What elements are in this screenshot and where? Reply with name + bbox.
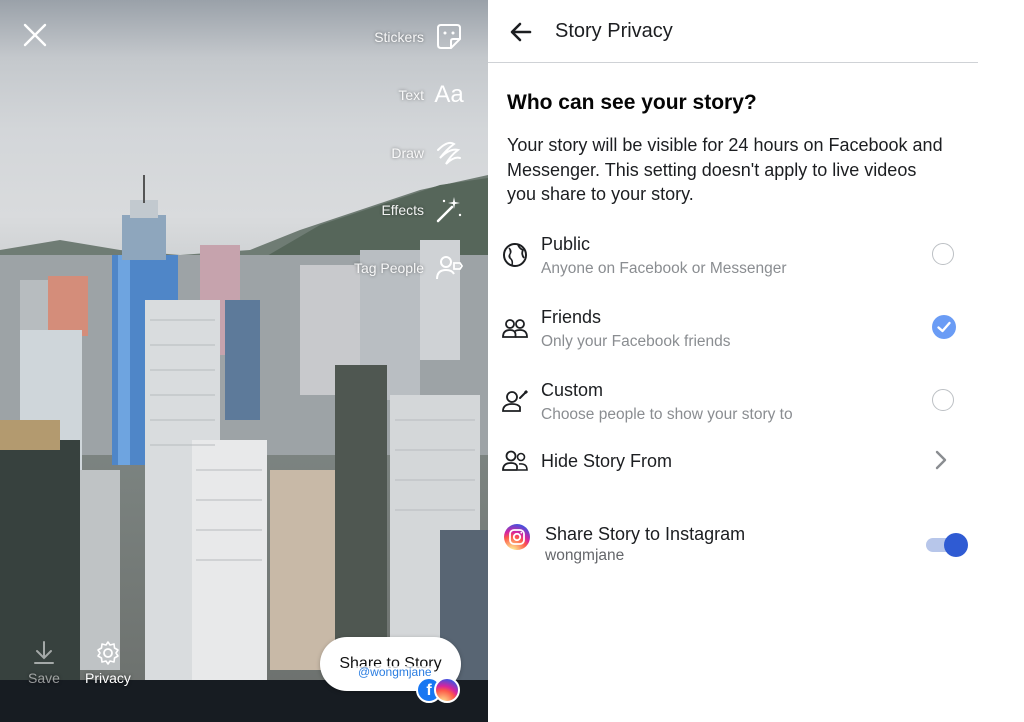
story-privacy-panel: Story Privacy Who can see your story? Yo… — [488, 0, 978, 722]
header: Story Privacy — [488, 0, 978, 63]
friends-radio-checked[interactable] — [932, 315, 956, 339]
hide-people-icon — [502, 450, 528, 471]
option-friends-title: Friends — [541, 307, 602, 327]
tag-people-label: Tag People — [353, 260, 424, 276]
draw-squiggle-icon — [437, 141, 461, 165]
close-icon[interactable] — [22, 22, 48, 48]
section-description: Your story will be visible for 24 hours … — [507, 135, 943, 204]
stickers-label: Stickers — [374, 29, 424, 45]
option-public-title: Public — [541, 234, 591, 254]
option-custom-subtitle: Choose people to show your story to — [541, 406, 793, 423]
instagram-icon — [434, 677, 460, 703]
draw-label: Draw — [391, 145, 424, 161]
tag-people-tool[interactable]: Tag People — [354, 251, 466, 285]
public-radio[interactable] — [932, 243, 954, 265]
effects-tool[interactable]: Effects — [381, 193, 466, 227]
effects-label: Effects — [381, 202, 424, 218]
option-public-subtitle: Anyone on Facebook or Messenger — [541, 260, 787, 277]
option-friends[interactable]: Friends Only your Facebook friends — [488, 303, 978, 359]
share-to-instagram-toggle[interactable] — [926, 532, 968, 558]
custom-person-icon — [502, 389, 529, 412]
tag-person-icon — [436, 256, 464, 280]
option-friends-subtitle: Only your Facebook friends — [541, 333, 731, 350]
story-editor: Stickers Text Aa Draw Effects Tag People — [0, 0, 488, 722]
toggle-knob — [944, 533, 968, 557]
option-custom-title: Custom — [541, 380, 604, 400]
back-arrow-icon[interactable] — [508, 19, 534, 45]
chevron-right-icon — [935, 450, 947, 470]
share-to-instagram-title: Share Story to Instagram — [545, 524, 746, 544]
save-button[interactable]: Save — [28, 640, 60, 686]
hide-story-from-row[interactable]: Hide Story From — [488, 446, 978, 482]
text-label: Text — [398, 87, 424, 103]
magic-wand-icon — [436, 197, 462, 223]
download-icon — [33, 641, 54, 664]
save-label: Save — [28, 670, 60, 686]
privacy-label: Privacy — [85, 670, 131, 686]
option-public[interactable]: Public Anyone on Facebook or Messenger — [488, 230, 978, 286]
gear-icon — [97, 641, 119, 665]
page-title: Story Privacy — [555, 20, 673, 42]
text-tool[interactable]: Text Aa — [398, 78, 466, 112]
draw-tool[interactable]: Draw — [391, 136, 466, 170]
instagram-account: wongmjane — [545, 547, 625, 564]
section-heading: Who can see your story? — [507, 91, 757, 114]
instagram-logo-icon — [504, 524, 530, 550]
handle-tag: @wongmjane — [356, 665, 434, 679]
text-aa-icon: Aa — [434, 81, 464, 108]
hide-story-from-label: Hide Story From — [541, 451, 673, 471]
option-custom[interactable]: Custom Choose people to show your story … — [488, 376, 978, 432]
stickers-tool[interactable]: Stickers — [374, 20, 466, 54]
checkmark-icon — [937, 321, 951, 333]
friends-icon — [502, 319, 528, 338]
globe-icon — [503, 243, 527, 267]
privacy-button[interactable]: Privacy — [85, 640, 131, 686]
sticker-icon — [437, 24, 461, 49]
custom-radio[interactable] — [932, 389, 954, 411]
